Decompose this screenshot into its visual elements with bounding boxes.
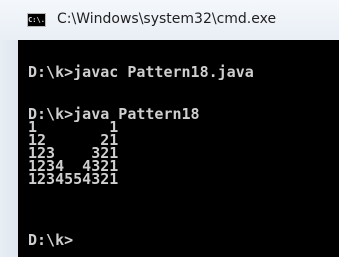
window-title: C:\Windows\system32\cmd.exe xyxy=(57,11,277,27)
console-line: D:\k>javac Pattern18.java xyxy=(28,63,254,81)
window-frame-left xyxy=(0,40,18,257)
cmd-console-icon[interactable]: C:\. xyxy=(27,13,46,27)
console-output[interactable]: D:\k>javac Pattern18.java D:\k>java Patt… xyxy=(18,40,339,257)
cmd-window: C:\. C:\Windows\system32\cmd.exe D:\k>ja… xyxy=(0,0,339,257)
title-bar[interactable]: C:\. C:\Windows\system32\cmd.exe xyxy=(0,0,339,40)
console-line: 1234554321 xyxy=(28,170,119,188)
command-prompt[interactable]: D:\k> xyxy=(28,233,73,248)
